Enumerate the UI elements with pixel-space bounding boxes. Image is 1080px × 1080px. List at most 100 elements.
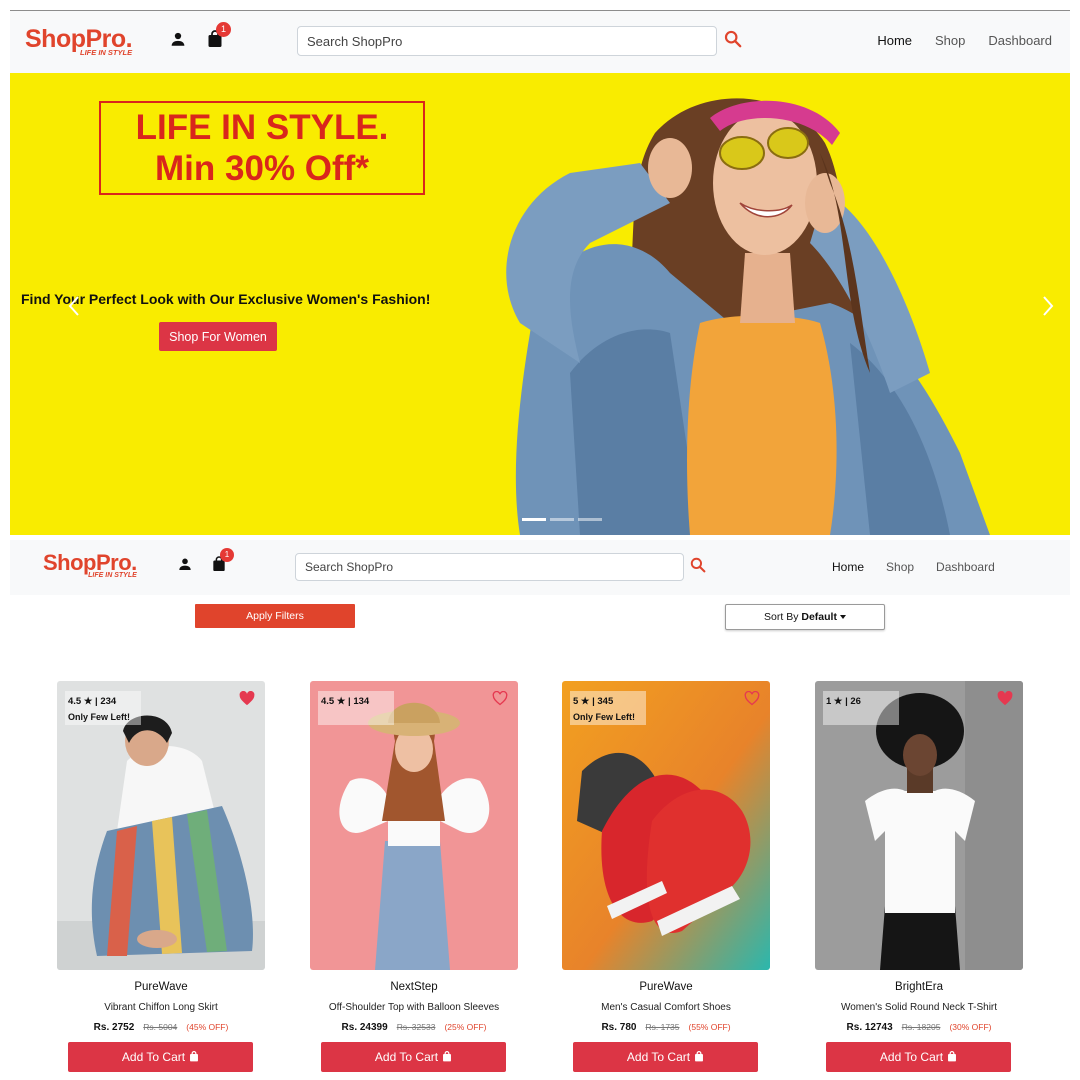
promo-discount: Min 30% Off* [155, 149, 369, 188]
carousel-next-button[interactable] [1042, 295, 1054, 322]
product-price: Rs. 2752 [93, 1022, 135, 1033]
caret-down-icon [839, 615, 846, 620]
shop-for-women-button[interactable]: Shop For Women [159, 322, 277, 351]
price-row: Rs. 24399 Rs. 32533 (25% OFF) [310, 1022, 518, 1033]
product-card[interactable]: 5 ★ | 345 Only Few Left! PureWave Men's … [562, 681, 770, 1080]
promo-headline: LIFE IN STYLE. [135, 108, 389, 147]
product-card[interactable]: 4.5 ★ | 234 Only Few Left! PureWave Vibr… [57, 681, 265, 1080]
rating-text: 4.5 ★ | 234 [68, 696, 117, 707]
product-name[interactable]: Women's Solid Round Neck T-Shirt [815, 1002, 1023, 1013]
rating-tag: 5 ★ | 345 Only Few Left! [570, 691, 646, 725]
product-brand: NextStep [390, 981, 438, 993]
hero-model-image [506, 98, 990, 535]
product-discount: (45% OFF) [186, 1022, 229, 1032]
product-price: Rs. 12743 [846, 1022, 893, 1033]
account-button[interactable] [169, 30, 187, 53]
brand-logo[interactable]: ShopPro. LIFE IN STYLE [43, 550, 137, 580]
add-to-cart-button[interactable]: Add To Cart [826, 1042, 1011, 1072]
main-nav: Home Shop Dashboard [832, 560, 1017, 574]
search-input[interactable] [297, 26, 717, 56]
user-icon [179, 558, 191, 570]
hero-caption: Find Your Perfect Look with Our Exclusiv… [21, 291, 431, 307]
heart-icon [239, 690, 255, 706]
rating-tag: 4.5 ★ | 134 [318, 691, 394, 725]
sort-prefix: Sort By [764, 611, 799, 623]
brand-tagline: LIFE IN STYLE [88, 572, 137, 579]
product-brand: BrightEra [895, 981, 943, 993]
product-brand: PureWave [639, 981, 693, 993]
product-image[interactable]: 4.5 ★ | 234 Only Few Left! [57, 681, 265, 970]
carousel-prev-button[interactable] [68, 295, 80, 322]
product-image[interactable]: 4.5 ★ | 134 [310, 681, 518, 970]
chevron-left-icon [68, 296, 79, 316]
add-to-cart-button[interactable]: Add To Cart [573, 1042, 758, 1072]
product-image[interactable]: 5 ★ | 345 Only Few Left! [562, 681, 770, 970]
sort-dropdown[interactable]: Sort By Default [725, 604, 885, 630]
chevron-right-icon [1043, 296, 1054, 316]
shopping-bag-icon [948, 1051, 957, 1062]
rating-text: 4.5 ★ | 134 [321, 696, 370, 707]
product-image[interactable]: 1 ★ | 26 [815, 681, 1023, 970]
apply-filters-button[interactable]: Apply Filters [195, 604, 355, 628]
product-price: Rs. 780 [601, 1022, 637, 1033]
add-to-cart-button[interactable]: Add To Cart [321, 1042, 506, 1072]
product-card[interactable]: 4.5 ★ | 134 NextStep Off-Shoulder Top wi… [310, 681, 518, 1080]
search-icon [690, 557, 706, 573]
secondary-navbar: ShopPro. LIFE IN STYLE 1 Home Shop Dashb… [10, 540, 1070, 595]
carousel-indicator-3[interactable] [578, 518, 602, 521]
top-navbar: ShopPro. LIFE IN STYLE 1 Home Shop Dashb… [10, 11, 1070, 73]
search-button[interactable] [724, 30, 742, 53]
cart-count-badge: 1 [220, 548, 234, 562]
price-row: Rs. 2752 Rs. 5004 (45% OFF) [57, 1022, 265, 1033]
cart-button[interactable]: 1 [212, 548, 234, 577]
wishlist-button[interactable] [239, 690, 255, 711]
product-name[interactable]: Off-Shoulder Top with Balloon Sleeves [310, 1002, 518, 1013]
product-mrp: Rs. 18205 [901, 1022, 941, 1032]
wishlist-button[interactable] [744, 690, 760, 711]
rating-tag: 1 ★ | 26 [823, 691, 899, 725]
shopping-bag-icon [443, 1051, 452, 1062]
rating-tag: 4.5 ★ | 234 Only Few Left! [65, 691, 141, 725]
brand-name: ShopPro. [43, 550, 137, 575]
wishlist-button[interactable] [492, 690, 508, 711]
product-brand: PureWave [134, 981, 188, 993]
heart-outline-icon [492, 690, 508, 706]
product-price: Rs. 24399 [341, 1022, 388, 1033]
account-button[interactable] [177, 556, 193, 577]
shop-page: ShopPro. LIFE IN STYLE 1 Home Shop Dashb… [0, 0, 1080, 1080]
price-row: Rs. 12743 Rs. 18205 (30% OFF) [815, 1022, 1023, 1033]
nav-shop[interactable]: Shop [886, 560, 914, 574]
product-name[interactable]: Men's Casual Comfort Shoes [562, 1002, 770, 1013]
nav-dashboard[interactable]: Dashboard [936, 560, 995, 574]
nav-shop[interactable]: Shop [935, 33, 965, 48]
product-mrp: Rs. 5004 [143, 1022, 178, 1032]
carousel-indicator-2[interactable] [550, 518, 574, 521]
search-button[interactable] [690, 557, 706, 578]
sort-value: Default [801, 611, 837, 623]
product-mrp: Rs. 1735 [645, 1022, 680, 1032]
search-input[interactable] [295, 553, 684, 581]
nav-home[interactable]: Home [832, 560, 864, 574]
user-icon [171, 32, 185, 46]
product-mrp: Rs. 32533 [396, 1022, 436, 1032]
cart-count-badge: 1 [216, 22, 231, 37]
rating-text: 5 ★ | 345 [573, 696, 614, 707]
shopping-bag-icon [695, 1051, 704, 1062]
promo-box: LIFE IN STYLE. Min 30% Off* [99, 101, 425, 195]
nav-home[interactable]: Home [877, 33, 912, 48]
brand-tagline: LIFE IN STYLE [80, 48, 133, 57]
wishlist-button[interactable] [997, 690, 1013, 711]
product-discount: (30% OFF) [949, 1022, 992, 1032]
stock-note: Only Few Left! [573, 712, 636, 722]
search-icon [724, 30, 742, 48]
add-to-cart-button[interactable]: Add To Cart [68, 1042, 253, 1072]
heart-icon [997, 690, 1013, 706]
product-discount: (25% OFF) [444, 1022, 487, 1032]
hero-carousel: LIFE IN STYLE. Min 30% Off* Find Your Pe… [10, 73, 1070, 535]
cart-button[interactable]: 1 [207, 22, 231, 53]
product-card[interactable]: 1 ★ | 26 BrightEra Women's Solid Round N… [815, 681, 1023, 1080]
product-name[interactable]: Vibrant Chiffon Long Skirt [57, 1002, 265, 1013]
nav-dashboard[interactable]: Dashboard [988, 33, 1052, 48]
brand-logo[interactable]: ShopPro. LIFE IN STYLE [25, 27, 133, 57]
carousel-indicator-1[interactable] [522, 518, 546, 521]
